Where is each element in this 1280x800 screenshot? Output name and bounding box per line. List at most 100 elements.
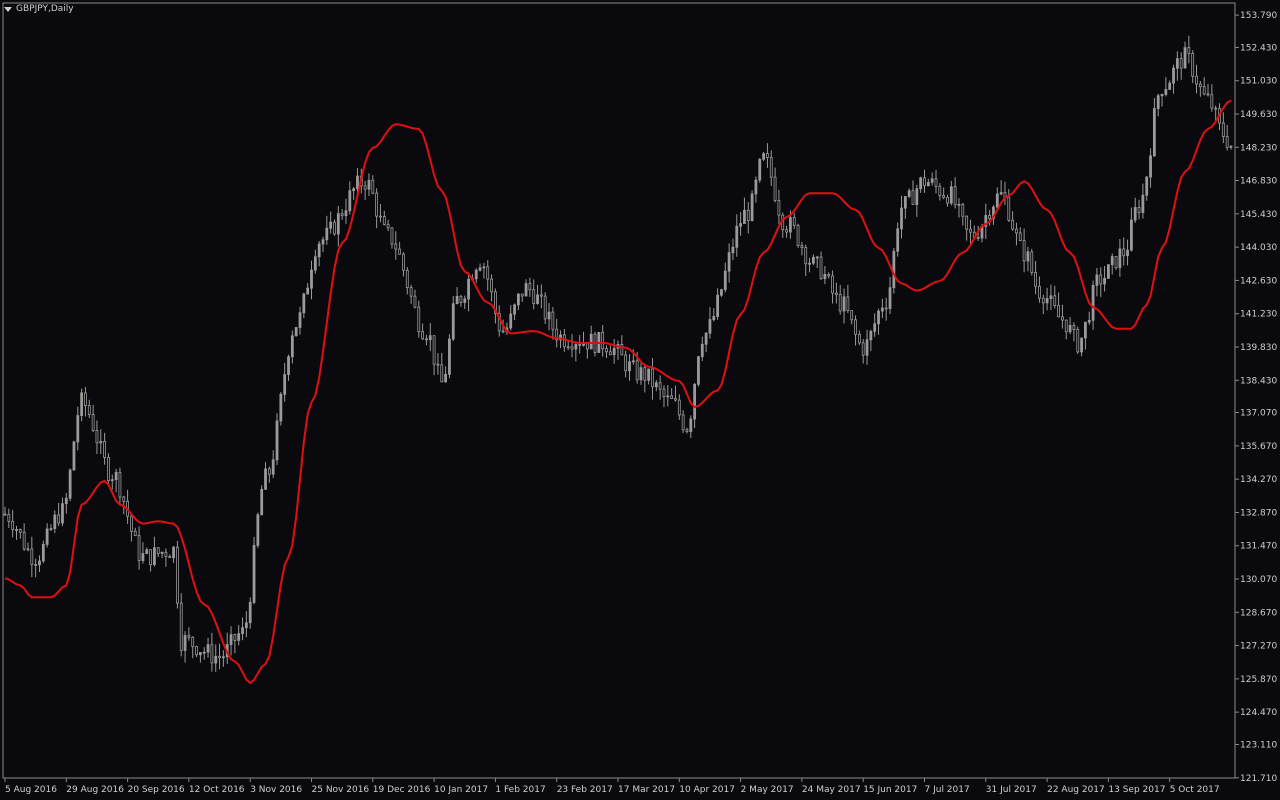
candle-body <box>834 292 838 295</box>
candle <box>41 540 45 564</box>
candle-body <box>22 531 26 550</box>
candle-body <box>41 543 45 562</box>
candle-body <box>168 556 172 559</box>
candle <box>1099 267 1103 297</box>
candle <box>647 368 651 385</box>
candle-body <box>432 335 436 365</box>
candle <box>601 324 605 357</box>
candle-body <box>267 468 271 475</box>
candle-body <box>562 334 566 348</box>
candle-body <box>1018 232 1022 241</box>
candle-body <box>685 429 689 432</box>
candle <box>923 169 926 193</box>
candle-body <box>827 274 831 277</box>
candle-body <box>474 269 478 280</box>
candle <box>804 244 808 277</box>
candle <box>624 350 628 378</box>
candle-body <box>857 333 861 344</box>
candle-body <box>589 333 593 350</box>
candle-body <box>352 188 356 192</box>
candle-body <box>785 229 788 233</box>
candle-body <box>114 471 118 481</box>
candle-body <box>290 335 294 358</box>
chart-area[interactable]: 153.790 152.430 151.030 149.630 148.230 146.8… <box>0 0 1280 800</box>
candle <box>528 277 532 297</box>
candle <box>1041 294 1045 315</box>
candle <box>524 279 528 297</box>
candle <box>336 205 340 247</box>
candle <box>781 212 785 238</box>
candle <box>605 345 608 358</box>
candle-body <box>1049 295 1053 299</box>
candle-body <box>176 546 179 604</box>
candle <box>482 262 486 279</box>
symbol-title[interactable]: GBPJPY,Daily <box>4 4 74 14</box>
candle-body <box>911 190 915 205</box>
candle <box>271 450 275 479</box>
candle <box>1175 51 1179 81</box>
candle <box>536 284 539 305</box>
candle-body <box>1133 207 1137 221</box>
candle <box>689 415 693 438</box>
candle <box>934 169 938 194</box>
candle <box>1168 80 1172 90</box>
price-tick-label: 151.030 <box>1240 77 1277 87</box>
time-tick-label: 22 Aug 2017 <box>1047 785 1105 795</box>
candle <box>18 528 22 539</box>
candle-body <box>313 256 317 271</box>
candle-body <box>1099 274 1103 285</box>
price-chart[interactable]: 153.790 152.430 151.030 149.630 148.230 146.8… <box>0 0 1280 800</box>
price-tick-label: 131.470 <box>1240 542 1277 552</box>
candle <box>681 410 685 434</box>
candle-body <box>551 311 555 330</box>
candle <box>965 215 969 241</box>
candle-body <box>838 293 842 312</box>
candle <box>84 387 87 417</box>
candle-body <box>739 223 742 227</box>
candle <box>448 334 451 379</box>
candle <box>735 214 739 257</box>
dropdown-triangle-icon[interactable] <box>4 6 12 12</box>
candle <box>1107 264 1110 279</box>
candle <box>585 342 589 359</box>
candle <box>861 339 865 364</box>
price-axis[interactable]: 153.790 152.430 151.030 149.630 148.230 146.8… <box>1235 11 1277 784</box>
candle <box>1141 183 1145 219</box>
price-tick-label: 139.830 <box>1240 343 1277 353</box>
candle-body <box>907 190 911 197</box>
candle <box>995 187 999 210</box>
time-axis[interactable]: 5 Aug 2016 29 Aug 2016 20 Sep 2016 12 Oct 2… <box>4 778 1220 795</box>
candle <box>428 323 432 352</box>
candle-body <box>1160 94 1164 97</box>
candle <box>187 627 191 641</box>
candle <box>1195 64 1198 94</box>
candle <box>118 467 122 505</box>
candle <box>900 195 903 239</box>
candle <box>827 272 831 279</box>
candle <box>133 527 137 537</box>
candle-body <box>210 644 214 664</box>
candle-body <box>773 176 777 201</box>
candle <box>202 647 206 660</box>
candle-body <box>938 185 942 197</box>
candle <box>907 188 911 199</box>
time-tick-label: 12 Oct 2016 <box>189 785 245 795</box>
candle <box>1057 292 1060 318</box>
candle-body <box>1103 277 1106 285</box>
candle-body <box>95 430 99 444</box>
candle-body <box>712 316 716 320</box>
candle-body <box>815 256 819 259</box>
candle <box>444 366 447 383</box>
candle <box>819 251 823 281</box>
candle <box>1114 256 1118 270</box>
candle-body <box>451 303 455 340</box>
price-tick-label: 130.070 <box>1240 575 1277 585</box>
candle-body <box>735 225 739 248</box>
candle-body <box>302 293 306 314</box>
candle-body <box>697 356 700 385</box>
candle-body <box>478 267 482 271</box>
candle-body <box>520 293 524 297</box>
candle <box>53 510 57 534</box>
candle-body <box>1229 145 1233 148</box>
candle <box>168 554 172 559</box>
